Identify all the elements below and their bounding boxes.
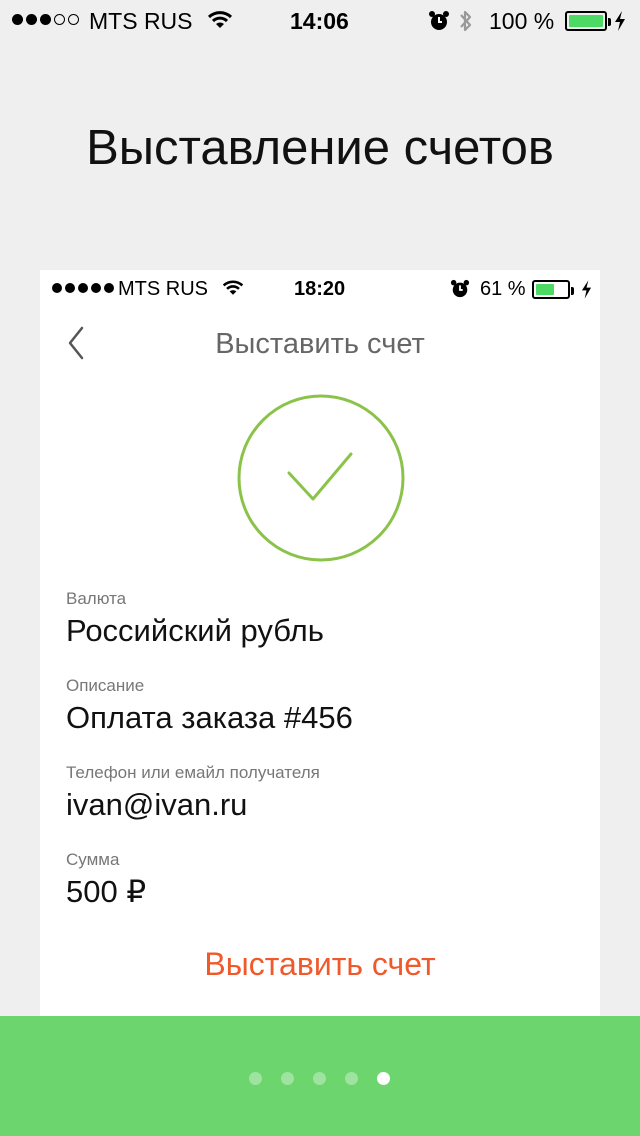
description-label: Описание [66, 676, 145, 695]
mockup-time: 18:20 [294, 278, 346, 300]
mockup-battery-icon [532, 280, 574, 299]
nav-title: Выставить счет [215, 328, 425, 360]
carrier-name: MTS RUS [89, 8, 193, 34]
mockup-charging-bolt-icon [581, 280, 592, 299]
page-dot[interactable] [377, 1072, 390, 1085]
status-time: 14:06 [290, 8, 349, 34]
mockup-alarm-icon [450, 279, 470, 298]
alarm-icon [429, 11, 449, 30]
status-bar: MTS RUS 14:06 100 % [0, 0, 640, 42]
mockup-signal-icon [52, 283, 114, 293]
check-circle-icon [237, 394, 405, 562]
bluetooth-icon [460, 10, 472, 32]
mockup-wifi-icon [222, 280, 244, 295]
issue-invoice-button[interactable]: Выставить счет [40, 946, 600, 983]
amount-label: Сумма [66, 850, 120, 869]
recipient-label: Телефон или емайл получателя [66, 763, 320, 782]
description-value: Оплата заказа #456 [66, 700, 353, 735]
page-dot[interactable] [345, 1072, 358, 1085]
wifi-icon [207, 11, 233, 28]
page-indicator [249, 1072, 390, 1085]
charging-bolt-icon [615, 11, 625, 31]
mockup-carrier: MTS RUS [118, 278, 208, 300]
currency-label: Валюта [66, 589, 127, 608]
currency-value: Российский рубль [66, 613, 324, 648]
page-dot[interactable] [313, 1072, 326, 1085]
amount-value: 500 ₽ [66, 874, 147, 909]
invoice-mockup-screen: MTS RUS 18:20 61 % Выставить счет Валюта [40, 270, 600, 1030]
battery-percentage: 100 % [489, 8, 555, 34]
mockup-status-bar: MTS RUS 18:20 61 % [40, 270, 600, 310]
battery-icon [565, 11, 611, 31]
page-headline: Выставление счетов [86, 121, 554, 175]
recipient-value: ivan@ivan.ru [66, 787, 248, 822]
page-dot[interactable] [281, 1072, 294, 1085]
mockup-battery-percentage: 61 % [480, 278, 526, 300]
page-dot[interactable] [249, 1072, 262, 1085]
signal-strength-icon [12, 14, 79, 25]
